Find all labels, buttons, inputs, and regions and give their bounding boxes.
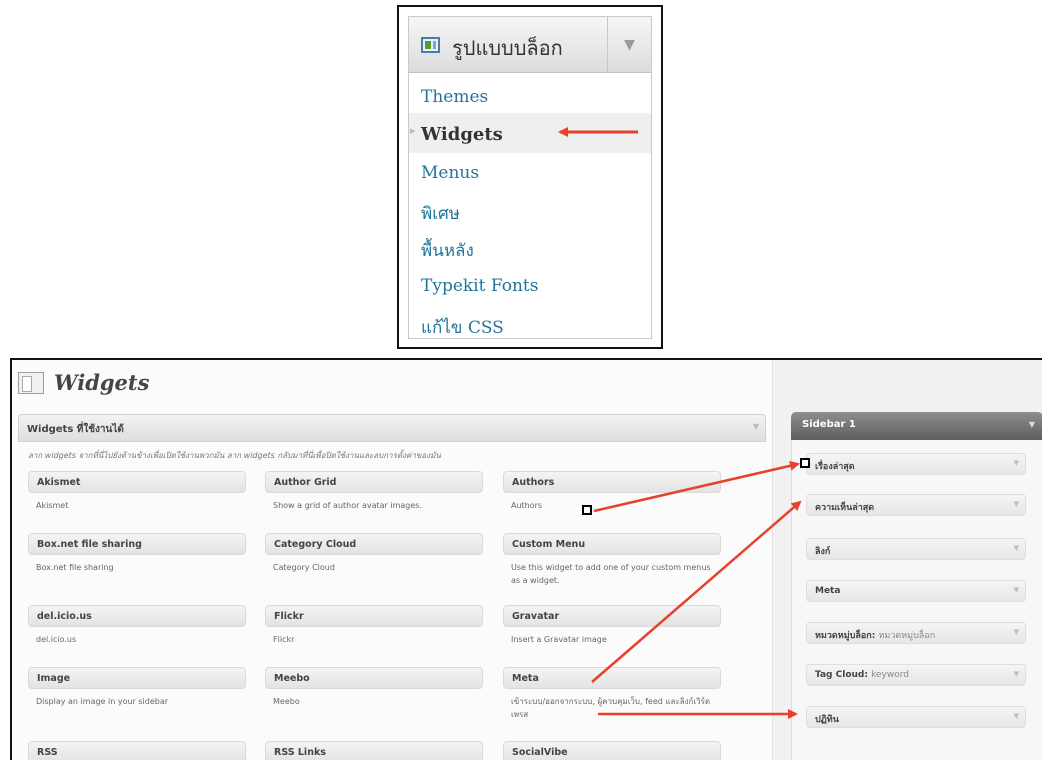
sidebar-widget-links[interactable]: ลิงก์ ▼: [806, 538, 1026, 560]
chevron-down-icon[interactable]: ▼: [753, 422, 759, 431]
sidebar-widget-title: Tag Cloud:: [815, 670, 868, 680]
widget-description: Meebo: [273, 697, 300, 706]
widget-description: Insert a Gravatar image: [511, 635, 607, 644]
sidebar-title: Sidebar 1: [802, 419, 856, 430]
menu-item-themes[interactable]: Themes: [421, 87, 488, 107]
available-widgets-header[interactable]: Widgets ที่ใช้งานได้ ▼: [18, 414, 766, 442]
widget-description: Flickr: [273, 635, 295, 644]
available-widgets-title: Widgets ที่ใช้งานได้: [27, 424, 124, 435]
caret-right-icon: ▸: [410, 124, 416, 137]
available-widgets-description: ลาก widgets จากที่นี่ไปยังด้านข้างเพื่อเ…: [28, 451, 441, 460]
sidebar-widget-label: หมวดหมู่บล็อก: หมวดหมู่บล็อก: [815, 628, 935, 642]
widget-description: del.icio.us: [36, 635, 77, 644]
widget-description: Authors: [511, 501, 543, 510]
appearance-menu-title: รูปแบบบล็อก: [452, 36, 563, 60]
appearance-menu: รูปแบบบล็อก ▼ ▸ Themes Widgets Menus พิเ…: [408, 16, 652, 339]
sidebar-widget-label: ความเห็นล่าสุด: [815, 503, 875, 513]
widget-meebo[interactable]: Meebo: [265, 667, 483, 689]
widget-description: Box.net file sharing: [36, 563, 114, 572]
chevron-down-icon[interactable]: ▼: [1014, 544, 1019, 552]
chevron-down-icon[interactable]: ▼: [1014, 586, 1019, 594]
sidebar-widget-label: เรื่องล่าสุด: [815, 462, 855, 472]
drag-source-marker: [582, 505, 592, 515]
widget-authors[interactable]: Authors: [503, 471, 721, 493]
chevron-down-icon[interactable]: ▼: [1014, 670, 1019, 678]
menu-item-menus[interactable]: Menus: [421, 163, 479, 183]
widget-description: Category Cloud: [273, 563, 335, 572]
menu-item-extras[interactable]: พิเศษ: [421, 200, 460, 227]
widget-gravatar[interactable]: Gravatar: [503, 605, 721, 627]
menu-item-typekit-fonts[interactable]: Typekit Fonts: [421, 276, 538, 296]
sidebar-widget-title: หมวดหมู่บล็อก:: [815, 631, 876, 641]
chevron-down-icon[interactable]: ▼: [1014, 628, 1019, 636]
widget-delicious[interactable]: del.icio.us: [28, 605, 246, 627]
page-title: Widgets: [54, 370, 150, 395]
widget-meta[interactable]: Meta: [503, 667, 721, 689]
menu-item-background[interactable]: พื้นหลัง: [421, 237, 474, 264]
widget-author-grid[interactable]: Author Grid: [265, 471, 483, 493]
sidebar-widget-meta[interactable]: Meta ▼: [806, 580, 1026, 602]
chevron-down-icon[interactable]: ▼: [1029, 420, 1035, 429]
widget-description: Display an image in your sidebar: [36, 697, 169, 706]
widget-image[interactable]: Image: [28, 667, 246, 689]
widget-custom-menu[interactable]: Custom Menu: [503, 533, 721, 555]
widget-category-cloud[interactable]: Category Cloud: [265, 533, 483, 555]
sidebar-widget-label: Tag Cloud: keyword: [815, 670, 909, 680]
widget-description: Use this widget to add one of your custo…: [511, 563, 711, 585]
widget-flickr[interactable]: Flickr: [265, 605, 483, 627]
tutorial-screenshot: รูปแบบบล็อก ▼ ▸ Themes Widgets Menus พิเ…: [0, 0, 1042, 760]
sidebar-widget-calendar[interactable]: ปฏิทิน ▼: [806, 706, 1026, 728]
widget-rss-links[interactable]: RSS Links: [265, 741, 483, 760]
widget-description: เข้าระบบ/ออกจากระบบ, ผู้ควบคุมเว็บ, feed…: [511, 697, 711, 719]
widget-box-net-file-sharing[interactable]: Box.net file sharing: [28, 533, 246, 555]
sidebar-widget-recent-comments[interactable]: ความเห็นล่าสุด ▼: [806, 494, 1026, 516]
sidebar-widget-tag-cloud[interactable]: Tag Cloud: keyword ▼: [806, 664, 1026, 686]
drop-target-marker: [800, 458, 810, 468]
widgets-screen: Widgets Widgets ที่ใช้งานได้ ▼ ลาก widge…: [10, 358, 1042, 760]
sidebar-widget-subtitle: keyword: [871, 670, 909, 680]
sidebar-widget-recent-posts[interactable]: เรื่องล่าสุด ▼: [806, 453, 1026, 475]
sidebar-1-header[interactable]: Sidebar 1 ▼: [791, 412, 1042, 440]
appearance-menu-callout: รูปแบบบล็อก ▼ ▸ Themes Widgets Menus พิเ…: [397, 5, 663, 349]
widget-socialvibe[interactable]: SocialVibe: [503, 741, 721, 760]
chevron-down-icon[interactable]: ▼: [1014, 459, 1019, 467]
widget-description: Show a grid of author avatar images.: [273, 501, 422, 510]
chevron-down-icon[interactable]: ▼: [1014, 712, 1019, 720]
sidebar-widget-categories[interactable]: หมวดหมู่บล็อก: หมวดหมู่บล็อก ▼: [806, 622, 1026, 644]
chevron-down-icon[interactable]: ▼: [1014, 500, 1019, 508]
menu-item-edit-css[interactable]: แก้ไข CSS: [421, 314, 504, 341]
sidebar-widget-label: ปฏิทิน: [815, 715, 839, 725]
widgets-page-icon: [18, 372, 44, 394]
widget-akismet[interactable]: Akismet: [28, 471, 246, 493]
appearance-menu-header[interactable]: รูปแบบบล็อก ▼: [409, 17, 651, 73]
sidebar-widget-label: ลิงก์: [815, 547, 831, 557]
chevron-down-icon[interactable]: ▼: [607, 17, 651, 72]
sidebar-widget-subtitle: หมวดหมู่บล็อก: [878, 631, 936, 641]
widget-rss[interactable]: RSS: [28, 741, 246, 760]
menu-item-widgets[interactable]: Widgets: [421, 124, 503, 145]
appearance-icon: [421, 37, 440, 53]
widget-description: Akismet: [36, 501, 69, 510]
sidebar-widget-label: Meta: [815, 586, 841, 596]
